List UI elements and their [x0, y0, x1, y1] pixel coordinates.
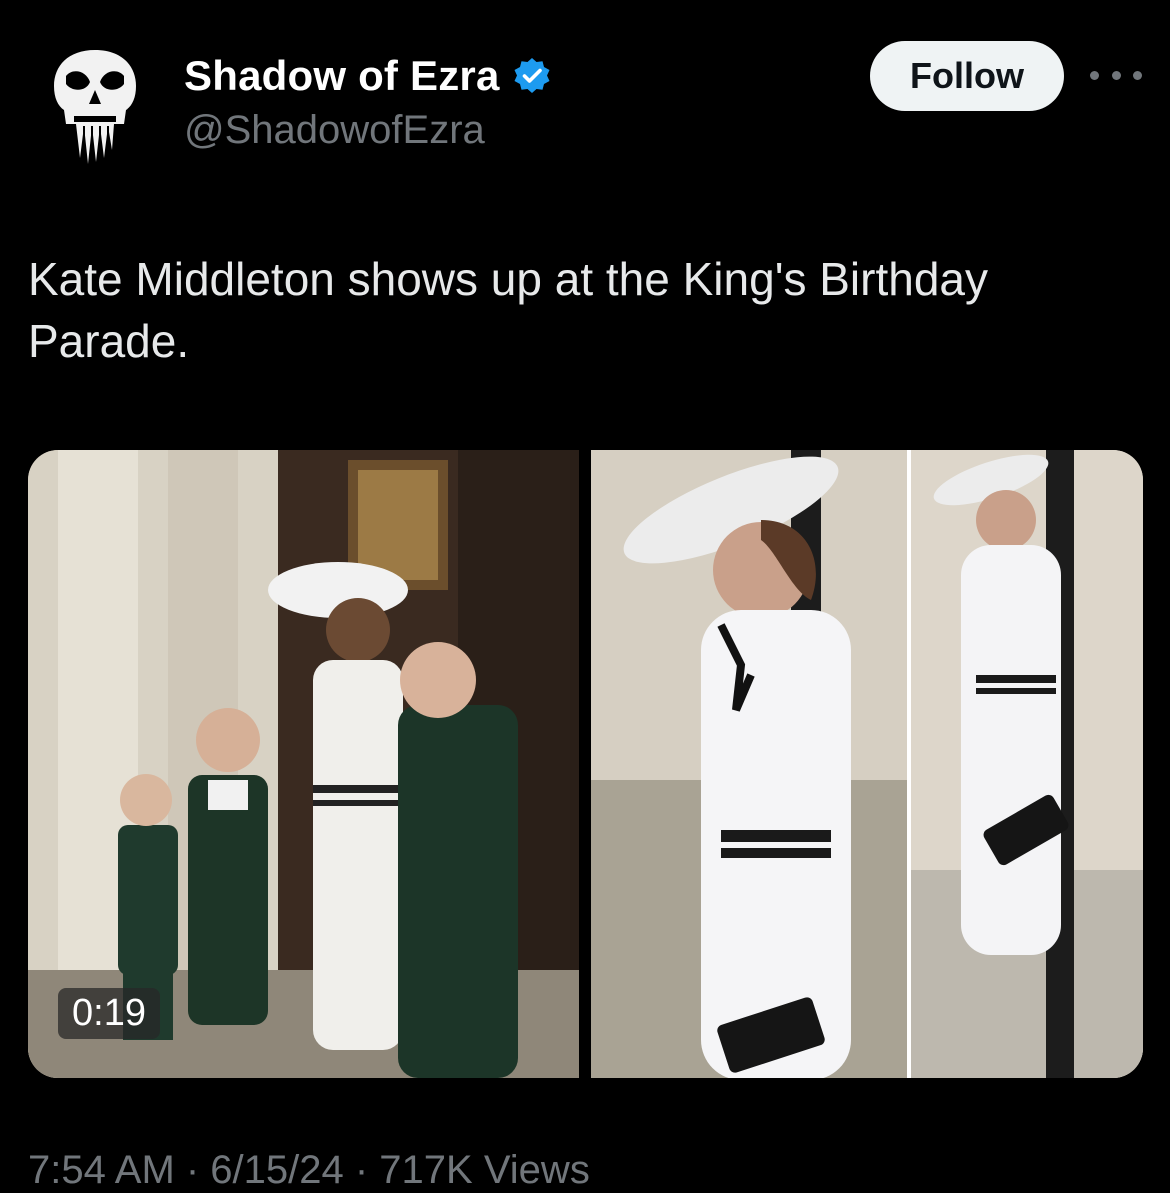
verified-badge-icon[interactable] — [512, 56, 552, 96]
post-timestamp: 7:54 AM · 6/15/24 · 717K Views — [28, 1148, 590, 1192]
video-duration: 0:19 — [58, 988, 160, 1039]
skull-avatar-icon — [54, 50, 136, 164]
walking-photo-image — [591, 450, 1143, 1078]
photo-thumbnail[interactable] — [591, 450, 1143, 1078]
dot — [1111, 70, 1121, 80]
more-options-icon[interactable] — [1090, 62, 1142, 88]
follow-button[interactable]: Follow — [870, 41, 1064, 111]
balcony-scene-image — [28, 450, 579, 1078]
user-handle[interactable]: @ShadowofEzra — [184, 108, 485, 153]
author-name-row: Shadow of Ezra — [184, 52, 552, 100]
dot — [1090, 70, 1099, 80]
display-name[interactable]: Shadow of Ezra — [184, 52, 500, 100]
video-thumbnail[interactable]: 0:19 — [28, 450, 579, 1078]
media-grid: 0:19 — [28, 450, 1143, 1078]
avatar[interactable] — [40, 46, 150, 166]
dot — [1133, 70, 1142, 80]
post-text: Kate Middleton shows up at the King's Bi… — [28, 253, 989, 367]
